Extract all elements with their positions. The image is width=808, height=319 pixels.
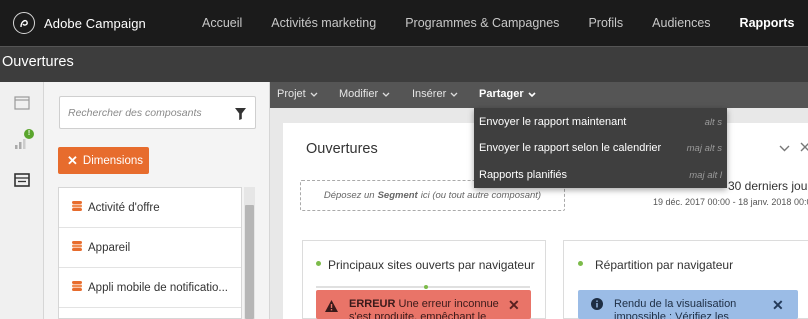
error-alert: ERREUR Une erreur inconnue s'est produit… [316,290,531,319]
info-icon [591,298,603,313]
chevron-down-icon [310,82,318,107]
menu-item-scheduled-reports[interactable]: Rapports planifiés maj alt l [474,162,727,188]
drop-zone-segment: Segment [377,190,418,201]
chevron-down-icon [382,82,390,107]
list-item-label: Activité d'offre [88,201,160,214]
menu-partager-label: Partager [479,88,524,100]
nav-item-activites-marketing[interactable]: Activités marketing [271,16,376,30]
list-item[interactable]: Appli mobile de notificatio... [59,268,241,308]
page-title: Ouvertures [2,54,74,70]
dimensions-label: Dimensions [82,154,143,167]
nav-item-audiences[interactable]: Audiences [652,16,710,30]
menu-projet[interactable]: Projet [277,82,318,108]
status-dot [578,261,583,266]
nav-item-rapports[interactable]: Rapports [740,16,795,30]
report-title: Ouvertures [306,141,378,157]
menu-item-label: Rapports planifiés [479,169,568,181]
status-dot [316,261,321,266]
list-item[interactable]: Appareil [59,228,241,268]
dimension-icon [71,279,83,297]
search-input[interactable] [60,97,230,128]
components-panel: ✕ Dimensions Activité d'offre Appareil A… [44,82,270,319]
component-search [59,96,256,129]
list-item-label: Appli mobile de notificatio... [88,281,228,294]
menu-item-label: Envoyer le rapport maintenant [479,116,627,128]
close-icon[interactable]: ✕ [508,297,520,314]
menu-projet-label: Projet [277,88,306,100]
menu-item-shortcut: maj alt s [686,143,722,154]
scrollbar[interactable] [244,187,255,319]
date-range-value: 19 déc. 2017 00:00 - 18 janv. 2018 00:00 [653,197,808,207]
menu-modifier-label: Modifier [339,88,379,100]
nav-item-accueil[interactable]: Accueil [202,16,242,30]
main-nav: Accueil Activités marketing Programmes &… [202,0,808,46]
logo[interactable]: Adobe Campaign [13,12,146,34]
menu-item-shortcut: alt s [704,117,722,128]
info-message: Rendu de la visualisation impossible : V… [614,298,737,319]
visualization-title: Répartition par navigateur [595,258,734,272]
nav-item-profils[interactable]: Profils [588,16,623,30]
visualization-title: Principaux sites ouverts par navigateur [328,258,535,272]
dimension-icon [71,199,83,217]
menu-inserer-label: Insérer [412,88,447,100]
chevron-down-icon [528,82,536,107]
report-toolbar: Projet Modifier Insérer Partager [270,82,808,108]
menu-modifier[interactable]: Modifier [339,82,390,108]
top-nav: Adobe Campaign Accueil Activités marketi… [0,0,808,46]
adobe-campaign-logo-icon [13,12,35,34]
menu-item-label: Envoyer le rapport selon le calendrier [479,142,662,154]
list-item[interactable]: Activité d'offre [59,188,241,228]
alert-badge: ! [24,129,34,139]
table-icon[interactable] [14,173,30,189]
menu-inserer[interactable]: Insérer [412,82,458,108]
error-icon [325,300,338,315]
title-bar: Ouvertures [0,46,808,82]
close-icon: ✕ [67,152,78,168]
info-alert: Rendu de la visualisation impossible : V… [578,290,798,319]
drop-zone-prefix: Déposez un [323,190,375,201]
menu-partager[interactable]: Partager [479,82,536,108]
drop-zone-suffix: ici (ou tout autre composant) [420,190,542,201]
left-rail: ! [0,82,44,319]
filter-icon[interactable] [235,107,246,125]
component-list: Activité d'offre Appareil Appli mobile d… [58,187,242,319]
error-message: ERREUR Une erreur inconnue s'est produit… [349,298,509,319]
nav-item-programmes-campagnes[interactable]: Programmes & Campagnes [405,16,559,30]
close-icon[interactable]: ✕ [772,297,784,314]
panel-icon[interactable] [14,96,30,112]
brand-name: Adobe Campaign [44,15,146,31]
chart-marker [424,285,428,289]
share-menu: Envoyer le rapport maintenant alt s Envo… [474,108,727,188]
scrollbar-thumb[interactable] [245,205,254,319]
chevron-down-icon [450,82,458,107]
date-range-label[interactable]: 30 derniers jours [728,179,808,193]
close-icon[interactable] [800,139,808,157]
list-item-label: Appareil [88,241,131,254]
chart-divider [316,285,530,289]
menu-item-shortcut: maj alt l [689,170,722,181]
chevron-down-icon[interactable] [779,139,790,157]
menu-item-send-now[interactable]: Envoyer le rapport maintenant alt s [474,109,727,135]
dimensions-button[interactable]: ✕ Dimensions [58,147,149,174]
dimension-icon [71,239,83,257]
menu-item-send-scheduled[interactable]: Envoyer le rapport selon le calendrier m… [474,135,727,161]
error-label: ERREUR [349,298,396,310]
